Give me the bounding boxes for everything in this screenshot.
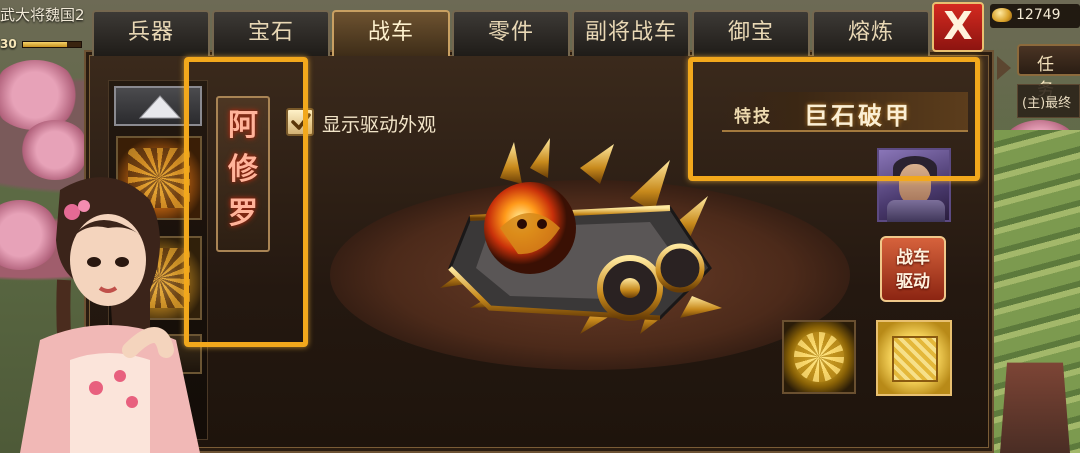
task-line[interactable]: (主)最终: [1017, 84, 1080, 118]
show-drive-checkbox[interactable]: [286, 108, 314, 136]
chariot-drive-button[interactable]: 战车 驱动: [880, 236, 946, 302]
skill-name[interactable]: 巨石破甲: [804, 96, 912, 131]
tab-chariot[interactable]: 战车: [332, 10, 450, 56]
tab-parts[interactable]: 零件: [452, 10, 570, 56]
player-title: 武大将魏国2: [0, 6, 85, 24]
exp-bar: [22, 41, 82, 48]
close-button[interactable]: X: [932, 2, 984, 52]
deputy-general-avatar[interactable]: [877, 148, 951, 222]
skill-label: 特技: [734, 107, 772, 127]
triangle-up-icon: [138, 95, 182, 119]
close-icon: X: [943, 4, 973, 48]
tab-deputy-chariot[interactable]: 副将战车: [572, 10, 690, 56]
gold-value: 12749: [1016, 7, 1061, 23]
tab-gem[interactable]: 宝石: [212, 10, 330, 56]
gold-ingot-icon: [992, 8, 1012, 22]
medallion-icon: [794, 332, 844, 382]
guide-character: [20, 177, 200, 453]
gold-scroll-item[interactable]: [876, 320, 952, 396]
task-tab[interactable]: 任务: [1017, 44, 1080, 100]
avatar-armor: [887, 200, 945, 222]
gold-medallion-item[interactable]: [782, 320, 856, 394]
show-drive-label[interactable]: 显示驱动外观: [322, 110, 436, 137]
tab-smelt[interactable]: 熔炼: [812, 10, 930, 56]
scroll-icon: [892, 336, 938, 382]
tab-bar: 兵器 宝石 战车 零件 副将战车 御宝 熔炼: [92, 10, 930, 56]
checkmark-icon: [291, 113, 311, 130]
gold-counter[interactable]: 12749: [990, 4, 1080, 28]
scroll-up-button[interactable]: [114, 86, 202, 126]
chariot-model[interactable]: [430, 138, 730, 338]
blossom-tree: [0, 60, 80, 130]
chariot-name-char: 阿: [228, 108, 258, 143]
avatar-face: [899, 164, 931, 204]
task-line-text: (主)最终: [1022, 96, 1072, 111]
tab-weapon[interactable]: 兵器: [92, 10, 210, 56]
drive-button-line1: 战车: [896, 248, 930, 268]
tab-royal-treasure[interactable]: 御宝: [692, 10, 810, 56]
exp-fill: [23, 42, 67, 47]
player-level: 30: [0, 37, 17, 51]
drive-button-line2: 驱动: [896, 272, 930, 292]
